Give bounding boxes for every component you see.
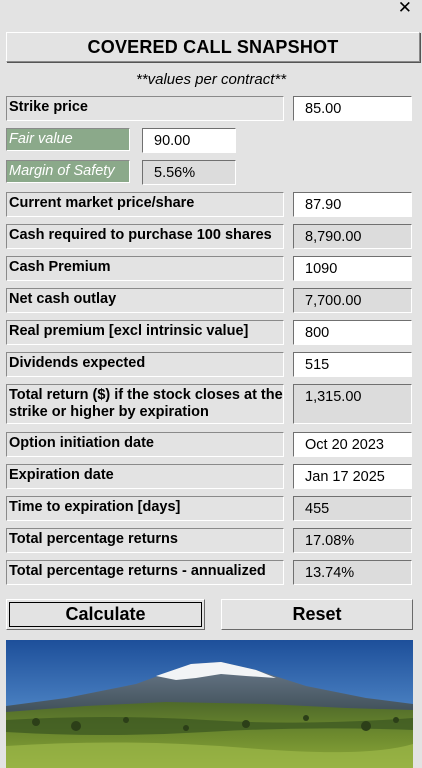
current-price-label: Current market price/share	[6, 192, 284, 217]
fair-value-label: Fair value	[6, 128, 130, 151]
cash-required-value: 8,790.00	[293, 224, 412, 249]
time-to-expiration-label: Time to expiration [days]	[6, 496, 284, 521]
dividends-label: Dividends expected	[6, 352, 284, 377]
cash-premium-input[interactable]: 1090	[293, 256, 412, 281]
margin-of-safety-value: 5.56%	[142, 160, 236, 185]
real-premium-input[interactable]: 800	[293, 320, 412, 345]
cash-premium-label: Cash Premium	[6, 256, 284, 281]
expiration-date-label: Expiration date	[6, 464, 284, 489]
close-icon[interactable]: ✕	[398, 0, 412, 16]
total-pct-annual-value: 13.74%	[293, 560, 412, 585]
title-banner: COVERED CALL SNAPSHOT	[6, 32, 420, 62]
cash-required-label: Cash required to purchase 100 shares	[6, 224, 284, 249]
strike-price-label: Strike price	[6, 96, 284, 121]
current-price-input[interactable]: 87.90	[293, 192, 412, 217]
reset-button[interactable]: Reset	[221, 599, 413, 630]
total-return-label: Total return ($) if the stock closes at …	[6, 384, 284, 424]
net-outlay-label: Net cash outlay	[6, 288, 284, 313]
subtitle: **values per contract**	[135, 71, 287, 88]
margin-of-safety-label: Margin of Safety	[6, 160, 130, 183]
total-pct-label: Total percentage returns	[6, 528, 284, 553]
total-return-value: 1,315.00	[293, 384, 412, 424]
strike-price-input[interactable]: 85.00	[293, 96, 412, 121]
total-pct-value: 17.08%	[293, 528, 412, 553]
initiation-date-label: Option initiation date	[6, 432, 284, 457]
dividends-input[interactable]: 515	[293, 352, 412, 377]
real-premium-label: Real premium [excl intrinsic value]	[6, 320, 284, 345]
time-to-expiration-value: 455	[293, 496, 412, 521]
initiation-date-input[interactable]: Oct 20 2023	[293, 432, 412, 457]
total-pct-annual-label: Total percentage returns - annualized	[6, 560, 284, 585]
net-outlay-value: 7,700.00	[293, 288, 412, 313]
mountain-landscape-photo	[6, 640, 413, 768]
expiration-date-input[interactable]: Jan 17 2025	[293, 464, 412, 489]
calculate-button[interactable]: Calculate	[6, 599, 205, 630]
fair-value-input[interactable]: 90.00	[142, 128, 236, 153]
